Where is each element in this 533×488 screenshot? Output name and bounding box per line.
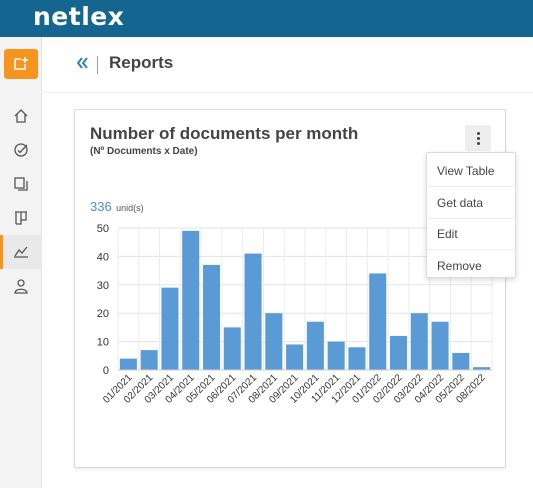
- bar: [265, 313, 283, 370]
- bar: [244, 253, 262, 370]
- sidebar-item-documents[interactable]: [0, 167, 42, 201]
- sidebar-item-home[interactable]: [0, 99, 42, 133]
- sidebar: [0, 37, 42, 488]
- y-tick-label: 0: [103, 365, 109, 377]
- double-chevron-left-icon[interactable]: [75, 54, 89, 72]
- bar: [140, 350, 158, 370]
- chart-icon: [14, 246, 28, 258]
- document-count: 336 unid(s): [90, 198, 144, 216]
- bar: [182, 230, 200, 370]
- bar: [431, 321, 449, 370]
- sidebar-item-reports[interactable]: [0, 235, 42, 269]
- y-tick-label: 50: [97, 223, 109, 235]
- netlex-logo[interactable]: netlex: [33, 2, 124, 31]
- sidebar-item-users[interactable]: [0, 269, 42, 303]
- bar: [327, 341, 345, 370]
- y-tick-label: 40: [97, 251, 109, 263]
- bar: [223, 327, 241, 370]
- sidebar-item-board[interactable]: [0, 201, 42, 235]
- kebab-icon: [476, 131, 480, 135]
- card-title: Number of documents per month: [90, 124, 359, 143]
- bar: [348, 347, 366, 370]
- bar: [369, 273, 387, 370]
- y-tick-label: 30: [97, 280, 109, 292]
- documents-icon: [14, 177, 28, 191]
- bar: [202, 264, 221, 370]
- sidebar-item-tasks[interactable]: [0, 133, 42, 167]
- count-value: 336: [90, 199, 112, 214]
- page-title: Reports: [109, 53, 174, 72]
- check-circle-icon: [14, 143, 28, 157]
- add-document-button[interactable]: [4, 49, 38, 79]
- menu-item-view-table[interactable]: View Table: [427, 155, 517, 187]
- y-tick-label: 20: [97, 308, 109, 320]
- home-icon: [14, 109, 28, 123]
- card-subtitle: (Nº Documents x Date): [90, 146, 198, 157]
- bar: [389, 335, 408, 370]
- bar: [161, 287, 179, 370]
- card-dropdown-menu: View Table Get data Edit Remove: [426, 152, 517, 278]
- bar: [306, 321, 324, 370]
- board-icon: [15, 211, 27, 225]
- bar: [452, 352, 470, 370]
- count-unit: unid(s): [116, 203, 144, 213]
- menu-item-get-data[interactable]: Get data: [427, 187, 517, 219]
- menu-item-remove[interactable]: Remove: [427, 250, 517, 282]
- card-menu-button[interactable]: [465, 125, 491, 151]
- user-icon: [14, 279, 28, 294]
- top-bar: netlex: [0, 0, 533, 37]
- y-tick-label: 10: [97, 337, 109, 349]
- header-divider: [97, 56, 98, 74]
- menu-item-edit[interactable]: Edit: [427, 218, 517, 250]
- bar: [286, 344, 304, 370]
- bar: [119, 358, 137, 370]
- add-document-icon: [14, 57, 28, 70]
- bar: [410, 313, 428, 370]
